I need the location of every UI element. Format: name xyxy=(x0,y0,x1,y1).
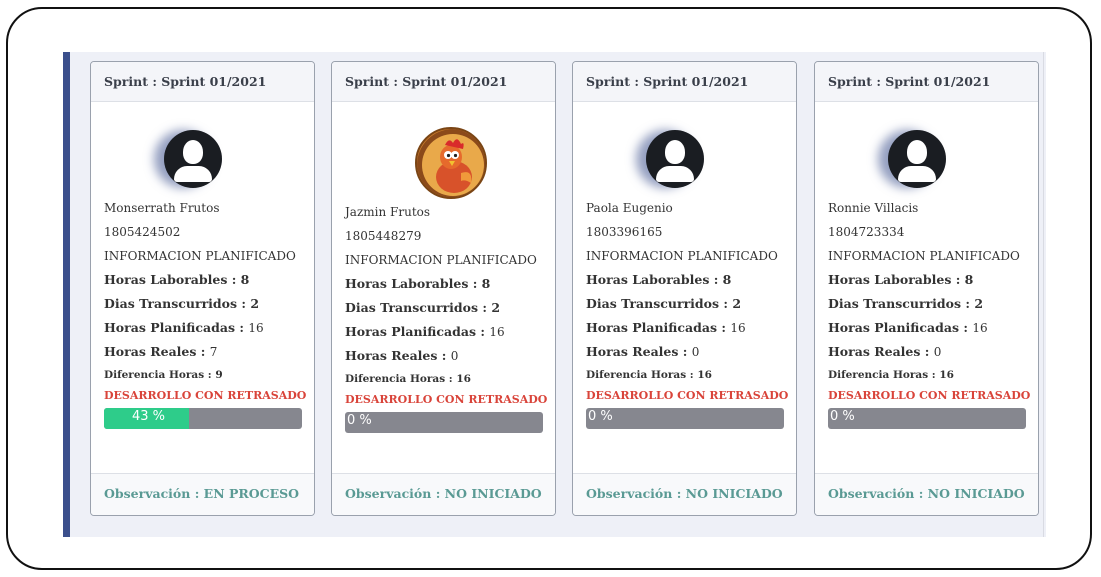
member-name: Monserrath Frutos xyxy=(104,201,220,215)
horas-laborables: Horas Laborables : 8 xyxy=(828,272,974,287)
progress-bar: 0 % xyxy=(828,408,1026,429)
observacion: Observación : NO INICIADO xyxy=(573,473,796,515)
user-silhouette-icon xyxy=(164,130,222,188)
card-header: Sprint : Sprint 01/2021 xyxy=(815,62,1038,102)
horas-laborables: Horas Laborables : 8 xyxy=(345,276,491,291)
status-label: DESARROLLO CON RETRASADO xyxy=(828,389,1031,402)
progress-bar: 43 % xyxy=(104,408,302,429)
info-label: INFORMACION PLANIFICADO xyxy=(345,253,537,267)
status-label: DESARROLLO CON RETRASADO xyxy=(104,389,307,402)
dias-transcurridos: Dias Transcurridos : 2 xyxy=(586,296,742,311)
member-id: 1803396165 xyxy=(586,225,663,239)
member-name: Paola Eugenio xyxy=(586,201,673,215)
member-id: 1805448279 xyxy=(345,229,422,243)
card-body: Ronnie Villacis 1804723334 INFORMACION P… xyxy=(815,184,1038,429)
diferencia-horas: Diferencia Horas : 16 xyxy=(586,369,712,381)
card-body: Jazmin Frutos 1805448279 INFORMACION PLA… xyxy=(332,194,555,433)
member-id: 1805424502 xyxy=(104,225,181,239)
dias-transcurridos: Dias Transcurridos : 2 xyxy=(345,300,501,315)
member-card: Sprint : Sprint 01/2021 Jazmin Frutos 18… xyxy=(331,61,556,516)
progress-bar: 0 % xyxy=(345,412,543,433)
card-body: Paola Eugenio 1803396165 INFORMACION PLA… xyxy=(573,184,796,429)
member-name: Jazmin Frutos xyxy=(345,205,431,219)
progress-text: 43 % xyxy=(132,409,166,424)
info-label: INFORMACION PLANIFICADO xyxy=(828,249,1020,263)
member-card: Sprint : Sprint 01/2021 Ronnie Villacis … xyxy=(814,61,1039,516)
progress-text: 0 % xyxy=(588,409,613,424)
horas-reales: Horas Reales : 7 xyxy=(104,344,218,359)
horas-reales: Horas Reales : 0 xyxy=(345,348,459,363)
observacion: Observación : EN PROCESO xyxy=(91,473,314,515)
diferencia-horas: Diferencia Horas : 16 xyxy=(345,373,471,385)
member-card: Sprint : Sprint 01/2021 Monserrath Fruto… xyxy=(90,61,315,516)
info-label: INFORMACION PLANIFICADO xyxy=(586,249,778,263)
horas-planificadas: Horas Planificadas : 16 xyxy=(586,320,746,335)
member-card: Sprint : Sprint 01/2021 Paola Eugenio 18… xyxy=(572,61,797,516)
progress-bar: 0 % xyxy=(586,408,784,429)
user-silhouette-icon xyxy=(646,130,704,188)
card-header: Sprint : Sprint 01/2021 xyxy=(573,62,796,102)
info-label: INFORMACION PLANIFICADO xyxy=(104,249,296,263)
horas-reales: Horas Reales : 0 xyxy=(828,344,942,359)
card-header: Sprint : Sprint 01/2021 xyxy=(332,62,555,102)
member-id: 1804723334 xyxy=(828,225,905,239)
horas-planificadas: Horas Planificadas : 16 xyxy=(828,320,988,335)
card-header: Sprint : Sprint 01/2021 xyxy=(91,62,314,102)
horas-reales: Horas Reales : 0 xyxy=(586,344,700,359)
user-silhouette-icon xyxy=(888,130,946,188)
dias-transcurridos: Dias Transcurridos : 2 xyxy=(104,296,260,311)
observacion: Observación : NO INICIADO xyxy=(815,473,1038,515)
hen-avatar-icon xyxy=(415,127,487,199)
horas-planificadas: Horas Planificadas : 16 xyxy=(104,320,264,335)
status-label: DESARROLLO CON RETRASADO xyxy=(345,393,548,406)
dias-transcurridos: Dias Transcurridos : 2 xyxy=(828,296,984,311)
observacion: Observación : NO INICIADO xyxy=(332,473,555,515)
panel-divider xyxy=(1043,52,1044,537)
progress-text: 0 % xyxy=(347,413,372,428)
member-name: Ronnie Villacis xyxy=(828,201,919,215)
horas-laborables: Horas Laborables : 8 xyxy=(104,272,250,287)
diferencia-horas: Diferencia Horas : 16 xyxy=(828,369,954,381)
card-body: Monserrath Frutos 1805424502 INFORMACION… xyxy=(91,184,314,429)
status-label: DESARROLLO CON RETRASADO xyxy=(586,389,789,402)
progress-text: 0 % xyxy=(830,409,855,424)
horas-laborables: Horas Laborables : 8 xyxy=(586,272,732,287)
horas-planificadas: Horas Planificadas : 16 xyxy=(345,324,505,339)
diferencia-horas: Diferencia Horas : 9 xyxy=(104,369,223,381)
